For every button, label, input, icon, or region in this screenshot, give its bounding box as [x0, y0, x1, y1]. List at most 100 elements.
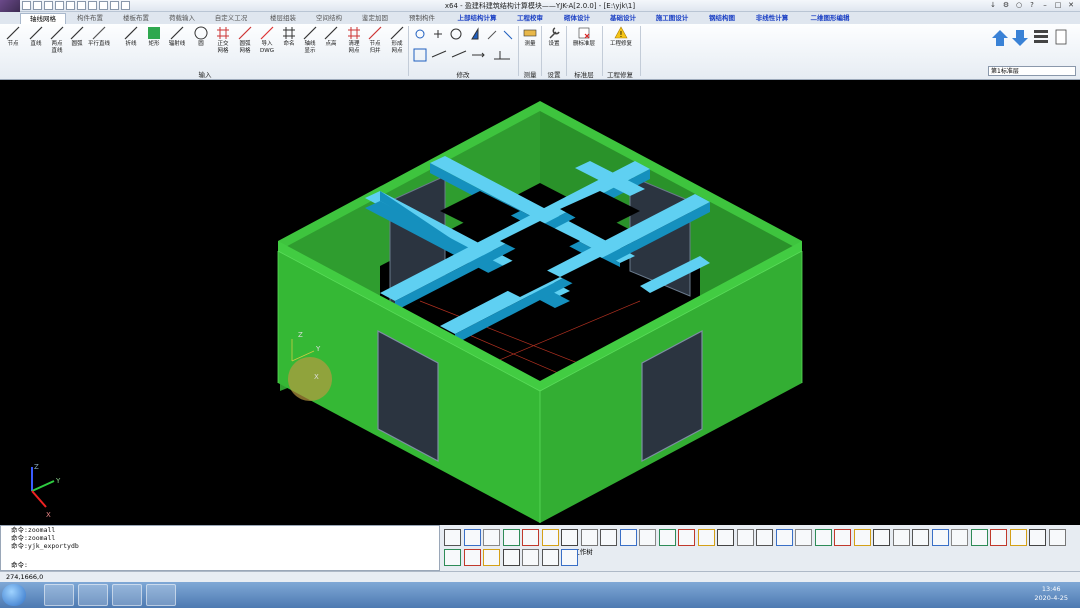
save-as-icon[interactable] — [55, 1, 64, 10]
view-tool-icon[interactable] — [678, 529, 695, 546]
view-tool-icon[interactable] — [619, 529, 637, 546]
view-tool-icon[interactable] — [1009, 529, 1027, 546]
tab-15[interactable]: 非线性计算 — [748, 13, 796, 24]
view-tool-icon[interactable] — [1048, 529, 1066, 546]
tab-9[interactable]: 上部结构计算 — [450, 13, 504, 24]
measure-button[interactable]: 测量 — [519, 26, 541, 48]
view-tool-icon[interactable] — [522, 549, 539, 566]
ribbon-button-12[interactable]: 命名 — [278, 26, 300, 48]
story-down-icon[interactable] — [1012, 30, 1028, 46]
undo-icon[interactable] — [66, 1, 75, 10]
view-tool-icon[interactable] — [970, 529, 988, 546]
tab-2[interactable]: 楼板布置 — [114, 13, 158, 24]
view-tool-icon[interactable] — [697, 529, 715, 546]
search-icon[interactable]: ○ — [1014, 1, 1024, 10]
open-file-icon[interactable] — [33, 1, 42, 10]
view-tool-icon[interactable] — [639, 529, 656, 546]
ribbon-button-15[interactable]: 清理 网点 — [343, 26, 365, 55]
view-tool-icon[interactable] — [912, 529, 929, 546]
tab-16[interactable]: 二维图形编辑 — [800, 13, 860, 24]
tab-3[interactable]: 荷载输入 — [162, 13, 202, 24]
ribbon-button-6[interactable]: 矩形 — [143, 26, 165, 48]
view-tool-icon[interactable] — [580, 529, 598, 546]
ribbon-button-1[interactable]: 直线 — [25, 26, 47, 48]
ribbon-button-3[interactable]: 圆弧 — [66, 26, 88, 48]
tab-1[interactable]: 构件布置 — [70, 13, 110, 24]
view-tool-icon[interactable] — [561, 549, 578, 566]
view-tool-icon[interactable] — [892, 529, 910, 546]
print-icon[interactable] — [88, 1, 97, 10]
view-tool-icon[interactable] — [756, 529, 773, 546]
view-tool-icon[interactable] — [541, 529, 559, 546]
view-tool-icon[interactable] — [853, 529, 871, 546]
redo-icon[interactable] — [77, 1, 86, 10]
project-repair-button[interactable]: ! 工程修复 — [606, 26, 636, 48]
delete-standard-story-button[interactable]: 删标准层 — [570, 26, 598, 48]
gear-icon[interactable]: ⚙ — [1001, 1, 1011, 10]
tab-0[interactable]: 轴线网格 — [20, 13, 66, 24]
close-button[interactable]: ✕ — [1066, 1, 1076, 10]
story-up-icon[interactable] — [992, 30, 1008, 46]
view-tool-icon[interactable] — [463, 529, 481, 546]
view-tool-icon[interactable] — [814, 529, 832, 546]
view-tool-icon[interactable] — [561, 529, 578, 546]
ribbon-button-5[interactable]: 折线 — [120, 26, 142, 48]
view-tool-icon[interactable] — [990, 529, 1007, 546]
exit-icon[interactable] — [121, 1, 130, 10]
command-input[interactable]: 命令: — [1, 559, 421, 569]
view-tool-icon[interactable] — [463, 549, 481, 566]
tab-12[interactable]: 基础设计 — [602, 13, 644, 24]
ribbon-button-2[interactable]: 两点 直线 — [46, 26, 68, 55]
help-icon[interactable]: ? — [1027, 1, 1037, 10]
export-icon[interactable] — [99, 1, 108, 10]
view-tool-icon[interactable] — [483, 529, 500, 546]
tab-4[interactable]: 自定义工况 — [206, 13, 256, 24]
view-controls[interactable] — [990, 26, 1076, 64]
download-icon[interactable]: ↓ — [988, 1, 998, 10]
taskbar-folder-icon[interactable] — [78, 584, 108, 606]
layers-icon[interactable] — [1034, 30, 1048, 43]
tab-10[interactable]: 工程校审 — [508, 13, 552, 24]
view-tool-icon[interactable] — [717, 529, 734, 546]
view-tool-icon[interactable] — [1029, 529, 1046, 546]
tab-7[interactable]: 鉴定加固 — [354, 13, 396, 24]
view-tool-icon[interactable] — [541, 549, 559, 566]
story-table-icon[interactable] — [1055, 29, 1067, 45]
ribbon-button-14[interactable]: 点高 — [320, 26, 342, 48]
settings-button[interactable]: 设置 — [543, 26, 565, 48]
tab-6[interactable]: 空间结构 — [308, 13, 350, 24]
taskbar-app-icon[interactable] — [112, 584, 142, 606]
standard-story-select[interactable]: 第1标准层 — [988, 66, 1076, 76]
copy-icon[interactable] — [110, 1, 119, 10]
view-tool-icon[interactable] — [502, 529, 520, 546]
start-button[interactable] — [2, 584, 26, 606]
tab-5[interactable]: 楼层组装 — [262, 13, 304, 24]
ribbon-button-9[interactable]: 正交 网格 — [212, 26, 234, 55]
ribbon-button-8[interactable]: 圆 — [190, 26, 212, 48]
view-tool-icon[interactable] — [502, 549, 520, 566]
taskbar-yjk-icon[interactable] — [146, 584, 176, 606]
view-tool-icon[interactable] — [600, 529, 617, 546]
view-tool-icon[interactable] — [795, 529, 812, 546]
view-tool-icon[interactable] — [522, 529, 539, 546]
ribbon-button-7[interactable]: 辐射线 — [166, 26, 188, 48]
view-tool-icon[interactable] — [951, 529, 968, 546]
view-tool-icon[interactable] — [658, 529, 676, 546]
ribbon-button-4[interactable]: 平行直线 — [88, 26, 110, 48]
ribbon-button-10[interactable]: 圆弧 网格 — [234, 26, 256, 55]
view-tool-icon[interactable] — [873, 529, 890, 546]
view-tool-icon[interactable] — [931, 529, 949, 546]
view-tool-icon[interactable] — [444, 529, 461, 546]
structure-3d-view[interactable]: Z Y X Z Y X — [0, 81, 1080, 525]
save-icon[interactable] — [44, 1, 53, 10]
view-tool-icon[interactable] — [444, 549, 461, 566]
ribbon-button-17[interactable]: 形成 网点 — [386, 26, 408, 55]
ribbon-button-0[interactable]: 节点 — [2, 26, 24, 48]
tab-11[interactable]: 砌体设计 — [556, 13, 598, 24]
modify-tools-icons[interactable] — [412, 27, 516, 67]
ribbon-button-11[interactable]: 导入 DWG — [256, 26, 278, 55]
view-tool-icon[interactable] — [483, 549, 500, 566]
minimize-button[interactable]: – — [1040, 1, 1050, 10]
model-viewport[interactable]: Z Y X Z Y X — [0, 81, 1080, 525]
ribbon-button-13[interactable]: 轴线 显示 — [299, 26, 321, 55]
